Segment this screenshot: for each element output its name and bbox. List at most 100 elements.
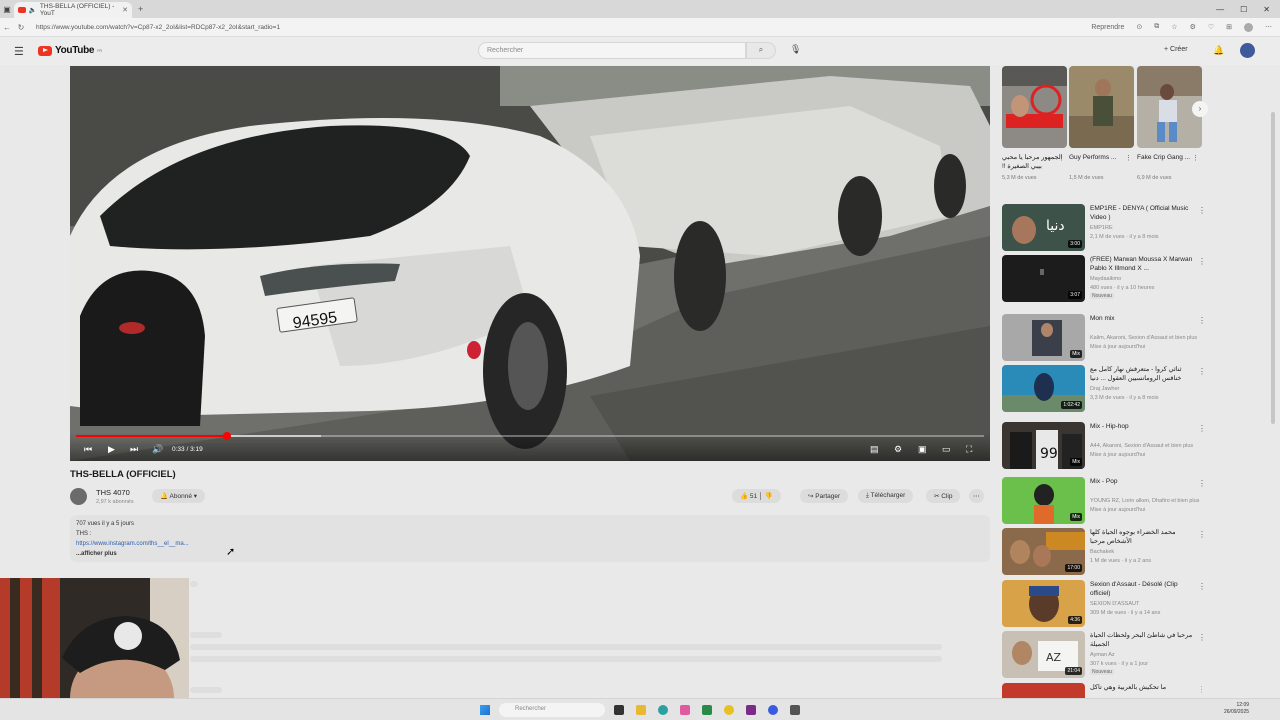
recommendation-thumbnail[interactable] <box>1002 683 1085 698</box>
recommendation-thumbnail[interactable]: 3:07 <box>1002 255 1085 302</box>
recommendation-channel[interactable]: EMP1RE <box>1090 225 1200 231</box>
subtitles-icon[interactable]: ▤ <box>870 444 879 455</box>
progress-bar[interactable] <box>76 432 984 440</box>
item-more-icon[interactable]: ⋮ <box>1198 367 1206 376</box>
recommendation-thumbnail[interactable]: 1:02:42 <box>1002 365 1085 412</box>
recommendation-channel[interactable]: Draj Jawher <box>1090 386 1200 392</box>
recommendation-thumbnail[interactable]: Mix <box>1002 314 1085 361</box>
recommendation-channel[interactable]: YOUNG RZ, Lorin alken, Dhafiro et bien p… <box>1090 498 1200 504</box>
search-button[interactable]: ⌕ <box>746 42 776 59</box>
scrubber-handle[interactable] <box>222 432 231 440</box>
recommendation-channel[interactable]: Ayman Az <box>1090 652 1200 658</box>
recommendation-thumbnail[interactable]: Mix <box>1002 477 1085 524</box>
thumbs-down-icon[interactable]: 👎 <box>765 493 773 500</box>
minimize-icon[interactable]: — <box>1216 5 1224 14</box>
like-button[interactable]: 👍 51 │ 👎 <box>732 489 781 503</box>
more-icon[interactable]: ⋯ <box>1265 23 1272 31</box>
subscribed-button[interactable]: 🔔 Abonné ▾ <box>152 489 206 503</box>
back-icon[interactable]: ← <box>0 23 14 32</box>
windows-start-icon[interactable] <box>480 705 490 715</box>
miniplayer-icon[interactable]: ▣ <box>918 444 927 455</box>
chrome-icon[interactable] <box>724 705 734 715</box>
item-more-icon[interactable]: ⋮ <box>1198 685 1202 694</box>
item-more-icon[interactable]: ⋮ <box>1198 633 1206 642</box>
settings-gear-icon[interactable]: ⚙ <box>894 444 902 455</box>
page-scrollbar[interactable] <box>1271 112 1275 424</box>
close-window-icon[interactable]: ✕ <box>1263 5 1270 14</box>
shelf-more-icon[interactable]: ⋮ <box>1192 154 1199 162</box>
shelf-more-icon[interactable]: ⋮ <box>1058 154 1065 162</box>
resume-button[interactable]: Reprendre <box>1091 24 1124 31</box>
shelf-thumbnail[interactable] <box>1069 66 1134 148</box>
task-view-icon[interactable] <box>614 705 624 715</box>
shelf-card[interactable]: Fake Crip Gang ... 6,9 M de vues <box>1137 66 1202 181</box>
youtube-logo[interactable]: YouTube FR <box>38 45 102 56</box>
recommendation-item[interactable]: Mix Mix - Pop YOUNG RZ, Lorin alken, Dha… <box>1002 477 1206 525</box>
recommendation-channel[interactable]: Bachakek <box>1090 549 1200 555</box>
tab-audio-icon[interactable]: 🔈 <box>29 6 37 14</box>
search-input[interactable]: Rechercher <box>478 42 746 59</box>
recommendation-channel[interactable]: Maydaaikmo <box>1090 276 1200 282</box>
recommendation-item[interactable]: AZ 21:04 مرحبا في شاطئ البحر ولحظات الحيا… <box>1002 631 1206 679</box>
edge-icon[interactable] <box>658 705 668 715</box>
item-more-icon[interactable]: ⋮ <box>1198 257 1206 266</box>
recommendation-thumbnail[interactable]: 99 Mix <box>1002 422 1085 469</box>
shelf-thumbnail[interactable] <box>1002 66 1067 148</box>
system-clock[interactable]: 12:09 26/09/2025 <box>1224 702 1249 716</box>
recommendation-thumbnail[interactable]: 17:00 <box>1002 528 1085 575</box>
favorites-icon[interactable]: ♡ <box>1208 23 1214 31</box>
user-avatar[interactable] <box>1240 43 1255 58</box>
recommendation-thumbnail[interactable]: دنيا 3:00 <box>1002 204 1085 251</box>
play-icon[interactable]: ▶ <box>108 444 115 455</box>
item-more-icon[interactable]: ⋮ <box>1198 530 1206 539</box>
shelf-more-icon[interactable]: ⋮ <box>1125 154 1132 162</box>
recommendation-item[interactable]: 99 Mix Mix - Hip-hop A44, Akaroni, Sexion… <box>1002 422 1206 470</box>
channel-name[interactable]: THS 4070 <box>96 488 130 497</box>
description-box[interactable]: 707 vues il y a 5 jours THS : https://ww… <box>70 515 990 562</box>
recommendation-item[interactable]: ما تحكيش بالعربية وهي تاكل ⋮ <box>1002 683 1202 698</box>
channel-avatar[interactable] <box>70 488 87 505</box>
recommendation-item[interactable]: 17:00 محمد الخضراء بوجوه الحياة كلها الأ… <box>1002 528 1206 576</box>
reader-icon[interactable]: ⊙ <box>1136 23 1142 31</box>
app-icon[interactable] <box>746 705 756 715</box>
recommendation-channel[interactable]: A44, Akaroni, Sexion d'Assaut et bien pl… <box>1090 443 1200 449</box>
new-tab-icon[interactable]: + <box>138 4 143 14</box>
volume-icon[interactable]: 🔊 <box>152 444 163 455</box>
theater-mode-icon[interactable]: ▭ <box>942 444 951 455</box>
menu-icon[interactable]: ☰ <box>14 45 24 58</box>
recommendation-item[interactable]: Mix Mon mix Kalim, Akaroni, Sexion d'Ass… <box>1002 314 1206 362</box>
clip-button[interactable]: ✂ Clip <box>926 489 961 503</box>
more-actions-icon[interactable]: ⋯ <box>969 489 984 503</box>
app-icon[interactable] <box>702 705 712 715</box>
video-player[interactable]: 94595 ⏮ ▶ ⏭ 🔊 0:33 / 3:19 ▤ ⚙ ▣ ▭ ⛶ <box>70 66 990 461</box>
download-button[interactable]: ⤓ Télécharger <box>858 489 914 503</box>
tab-close-icon[interactable]: ✕ <box>122 6 128 14</box>
show-more-link[interactable]: ...afficher plus <box>76 549 984 559</box>
notifications-icon[interactable]: 🔔 <box>1213 45 1224 56</box>
instagram-link[interactable]: https://www.instagram.com/ths__el__ma... <box>76 539 984 549</box>
shelf-card[interactable]: Guy Performs ... 1,5 M de vues <box>1069 66 1134 181</box>
recommendation-thumbnail[interactable]: 4:36 <box>1002 580 1085 627</box>
recommendation-item[interactable]: 3:07 (FREE) Marwan Moussa X Marwan Pablo… <box>1002 255 1206 303</box>
taskbar-search-input[interactable]: Rechercher <box>499 703 605 717</box>
share-button[interactable]: ↪ Partager <box>800 489 849 503</box>
previous-icon[interactable]: ⏮ <box>84 444 92 455</box>
browser-icon[interactable] <box>768 705 778 715</box>
extensions-icon[interactable]: ⚙ <box>1190 23 1196 31</box>
browser-tab[interactable]: 🔈 THS-BELLA (OFFICIEL) - YouT ✕ <box>14 2 132 18</box>
recommendation-channel[interactable]: Kalim, Akaroni, Sexion d'Assaut et bien … <box>1090 335 1200 341</box>
microphone-icon[interactable]: 🎙 <box>790 44 801 55</box>
create-button[interactable]: + Créer <box>1164 46 1188 53</box>
split-view-icon[interactable]: ⧉ <box>1154 23 1159 31</box>
item-more-icon[interactable]: ⋮ <box>1198 316 1206 325</box>
favorite-star-icon[interactable]: ☆ <box>1171 23 1177 31</box>
recommendation-thumbnail[interactable]: AZ 21:04 <box>1002 631 1085 678</box>
next-icon[interactable]: ⏭ <box>130 444 138 455</box>
recommendation-item[interactable]: 4:36 Sexion d'Assaut - Désolé (Clip offi… <box>1002 580 1206 628</box>
shelf-next-chevron-icon[interactable]: › <box>1192 101 1208 117</box>
file-explorer-icon[interactable] <box>636 705 646 715</box>
reload-icon[interactable]: ↻ <box>14 23 28 32</box>
recommendation-item[interactable]: 1:02:42 ثنائي كروا - متعرفش نهار كامل مع… <box>1002 365 1206 413</box>
recommendation-item[interactable]: دنيا 3:00 EMP1RE - DENYA ( Official Music… <box>1002 204 1206 252</box>
window-menu-icon[interactable]: ▣ <box>0 5 14 14</box>
